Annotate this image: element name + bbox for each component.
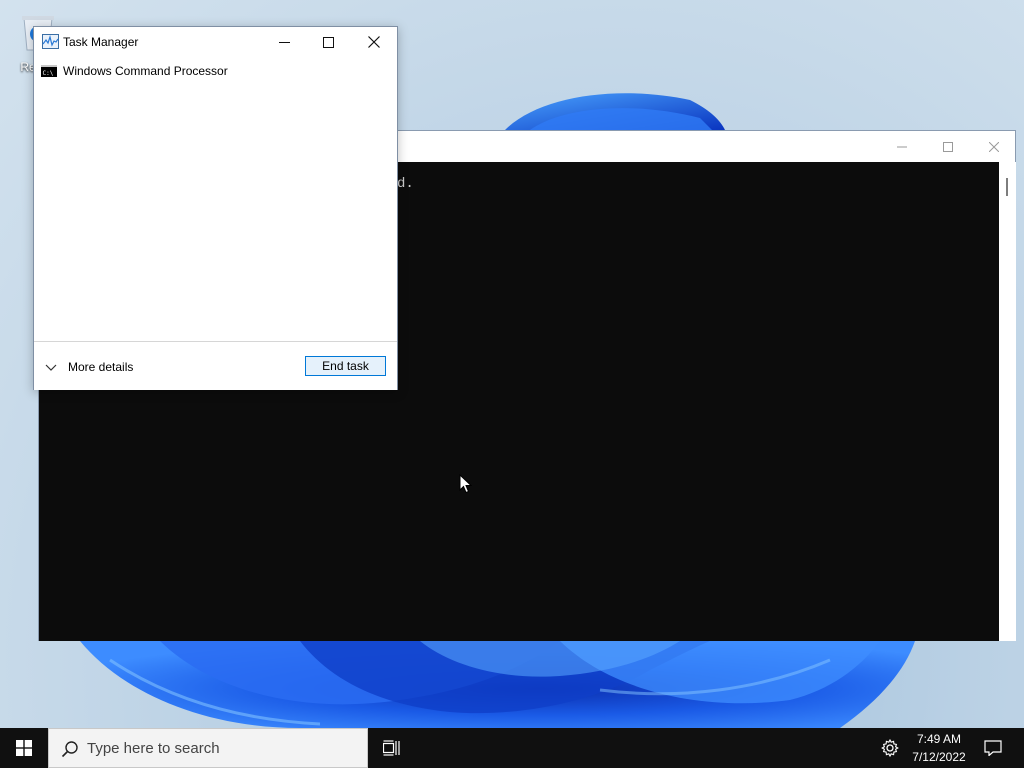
cmd-close-button[interactable] <box>971 131 1017 162</box>
start-button[interactable] <box>0 728 48 768</box>
settings-button[interactable] <box>876 728 904 768</box>
svg-text:C:\: C:\ <box>43 70 54 77</box>
end-task-button[interactable]: End task <box>305 356 386 376</box>
process-name: Windows Command Processor <box>63 64 228 78</box>
windows-logo-icon <box>16 740 32 756</box>
search-input[interactable] <box>87 737 357 759</box>
tm-close-button[interactable] <box>351 27 397 57</box>
process-list[interactable]: C:\ Windows Command Processor <box>34 57 397 341</box>
list-item[interactable]: C:\ Windows Command Processor <box>34 59 397 83</box>
tm-maximize-button[interactable] <box>305 27 351 57</box>
clock-date: 7/12/2022 <box>912 750 966 764</box>
console-scrollbar[interactable] <box>999 162 1016 641</box>
tm-minimize-button[interactable] <box>261 27 307 57</box>
system-clock[interactable]: 7:49 AM 7/12/2022 <box>906 730 972 766</box>
more-details-toggle[interactable]: More details <box>44 358 133 376</box>
minimize-icon <box>278 41 290 43</box>
task-view-icon <box>383 740 400 756</box>
clock-time: 7:49 AM <box>916 732 962 746</box>
close-icon <box>368 36 380 48</box>
tm-footer: More details End task <box>34 341 397 390</box>
console-text: d. <box>397 176 414 192</box>
maximize-icon <box>322 36 334 48</box>
close-icon <box>989 141 999 152</box>
tm-titlebar[interactable]: Task Manager <box>34 27 397 57</box>
cmd-maximize-button[interactable] <box>925 131 971 162</box>
scrollbar-thumb[interactable] <box>1006 178 1008 196</box>
mouse-cursor-icon <box>459 474 472 494</box>
minimize-icon <box>897 146 907 147</box>
notification-center-button[interactable] <box>978 728 1008 768</box>
cmd-minimize-button[interactable] <box>879 131 925 162</box>
search-icon <box>61 741 78 758</box>
maximize-icon <box>943 141 953 152</box>
task-manager-icon <box>42 34 59 49</box>
chevron-down-icon <box>45 364 57 371</box>
gear-icon <box>881 739 899 757</box>
desktop: Recy d. Task Manager <box>0 0 1024 728</box>
cmd-icon: C:\ <box>41 65 57 77</box>
taskbar-search-box[interactable] <box>48 728 368 768</box>
task-manager-window[interactable]: Task Manager C:\ Windows Command Process… <box>33 26 398 390</box>
tm-title: Task Manager <box>63 35 139 49</box>
taskbar: 7:49 AM 7/12/2022 <box>0 728 1024 768</box>
task-view-button[interactable] <box>372 728 412 768</box>
more-details-label: More details <box>68 360 134 374</box>
notification-icon <box>984 740 1002 756</box>
